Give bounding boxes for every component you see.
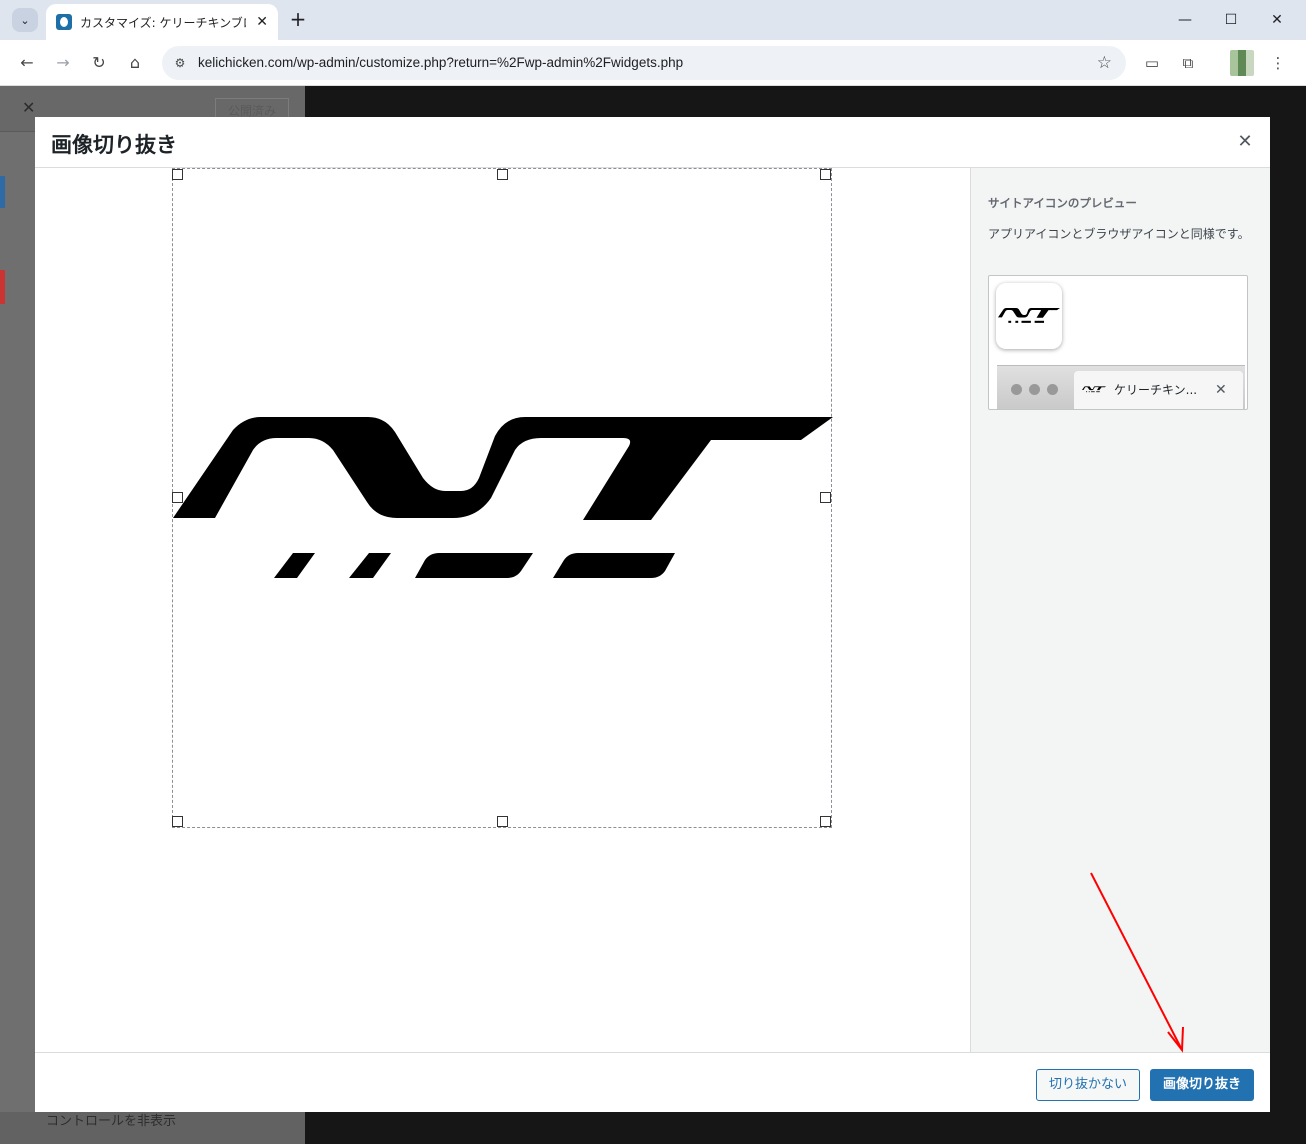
window-dot-icon [1011,384,1022,395]
crop-selection[interactable] [172,168,832,828]
reload-icon[interactable]: ↻ [87,51,111,75]
forward-arrow-icon[interactable]: → [51,51,75,75]
window-dot-icon [1047,384,1058,395]
kebab-menu-icon[interactable]: ⋮ [1266,51,1290,75]
back-arrow-icon[interactable]: ← [15,51,39,75]
crop-handle-bottom[interactable] [497,816,508,827]
browser-icon-preview: ケリーチキン... ✕ [997,365,1245,409]
address-bar[interactable]: ⚙ kelichicken.com/wp-admin/customize.php… [162,46,1126,80]
window-dot-icon [1029,384,1040,395]
preview-heading: サイトアイコンのプレビュー [988,196,1137,210]
preview-tab-title: ケリーチキン... [1114,383,1198,397]
tune-icon[interactable]: ⚙ [170,53,190,73]
profile-avatar[interactable] [1230,50,1254,76]
minimize-button[interactable]: — [1170,8,1200,32]
browser-toolbar: ← → ↻ ⌂ ⚙ kelichicken.com/wp-admin/custo… [0,40,1306,86]
crop-handle-bottom-right[interactable] [820,816,831,827]
crop-handle-right[interactable] [820,492,831,503]
preview-browser-tab: ケリーチキン... ✕ [1074,371,1243,409]
tab-close-icon[interactable]: ✕ [256,14,268,30]
star-icon[interactable]: ☆ [1097,46,1112,80]
puzzle-icon[interactable]: ⧉ [1176,51,1200,75]
crop-image-button[interactable]: 画像切り抜き [1150,1069,1254,1101]
sidebar-accent-red [0,270,5,304]
hide-controls-label: コントロールを非表示 [46,1114,177,1129]
logo-icon [998,308,1060,323]
browser-tab-active[interactable]: カスタマイズ: ケリーチキンブログ | ケリ ✕ [46,4,278,40]
sidebar-accent-blue [0,176,5,208]
crop-handle-bottom-left[interactable] [172,816,183,827]
skip-cropping-button[interactable]: 切り抜かない [1036,1069,1140,1101]
tab-title: カスタマイズ: ケリーチキンブログ | ケリ [80,15,246,30]
address-url[interactable]: kelichicken.com/wp-admin/customize.php?r… [198,46,683,80]
modal-title: 画像切り抜き [51,133,177,157]
home-icon[interactable]: ⌂ [123,51,147,75]
maximize-button[interactable]: ☐ [1216,8,1246,32]
image-crop-modal: 画像切り抜き ✕ サイトアイコンのプレビュー アプリアイコンとブラウザアイコンと… [35,117,1270,1112]
tab-search-button[interactable]: ⌄ [12,8,38,32]
modal-close-icon[interactable]: ✕ [1232,129,1258,155]
close-icon: ✕ [1215,382,1227,398]
icon-preview-box: ケリーチキン... ✕ [988,275,1248,410]
browser-tabstrip: ⌄ カスタマイズ: ケリーチキンブログ | ケリ ✕ + — ☐ ✕ [0,0,1306,40]
modal-footer: 切り抜かない 画像切り抜き [35,1052,1270,1112]
crop-handle-top-left[interactable] [172,169,183,180]
site-icon-preview-panel: サイトアイコンのプレビュー アプリアイコンとブラウザアイコンと同様です。 ケリー… [970,168,1270,1052]
chat-extension-icon[interactable]: ▭ [1140,51,1164,75]
new-tab-button[interactable]: + [286,8,310,32]
favicon-logo-icon [1082,386,1106,393]
window-close-button[interactable]: ✕ [1262,8,1292,32]
preview-description: アプリアイコンとブラウザアイコンと同様です。 [988,227,1250,241]
customizer-close-icon: ✕ [22,98,36,117]
crop-handle-top-right[interactable] [820,169,831,180]
crop-handle-left[interactable] [172,492,183,503]
crop-area [35,168,970,1052]
crop-handle-top[interactable] [497,169,508,180]
app-icon-preview [996,283,1062,349]
modal-header: 画像切り抜き ✕ [35,117,1270,168]
site-favicon-icon [56,14,72,30]
